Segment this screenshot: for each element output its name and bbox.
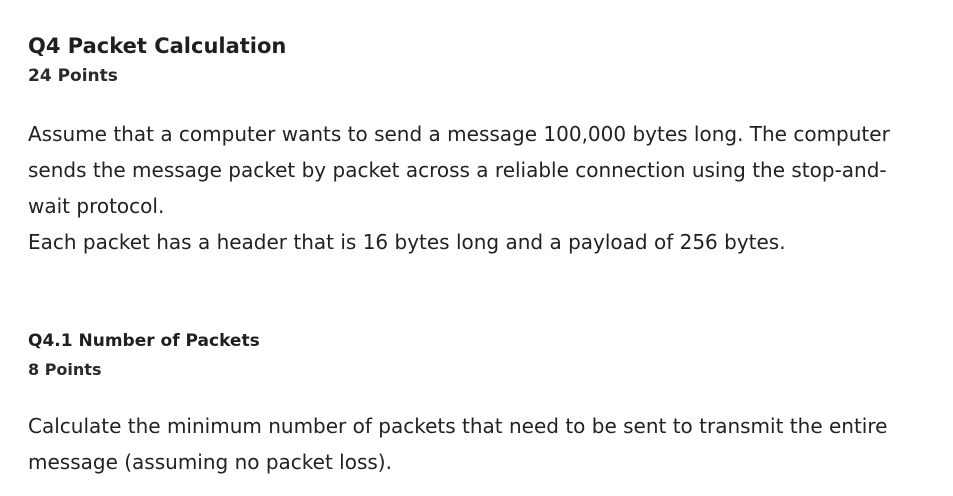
question-title: Q4 Packet Calculation (28, 34, 287, 58)
question-points: 24 Points (28, 66, 118, 86)
subquestion-points: 8 Points (28, 360, 102, 379)
question-paragraph: Each packet has a header that is 16 byte… (28, 230, 786, 254)
question-paragraph: Assume that a computer wants to send a m… (28, 122, 890, 218)
subquestion-title: Q4.1 Number of Packets (28, 331, 260, 351)
question-body: Assume that a computer wants to send a m… (28, 116, 928, 260)
subquestion-paragraph: Calculate the minimum number of packets … (28, 414, 888, 474)
subquestion-body: Calculate the minimum number of packets … (28, 408, 928, 480)
question-page: Q4 Packet Calculation 24 Points Assume t… (28, 32, 928, 480)
